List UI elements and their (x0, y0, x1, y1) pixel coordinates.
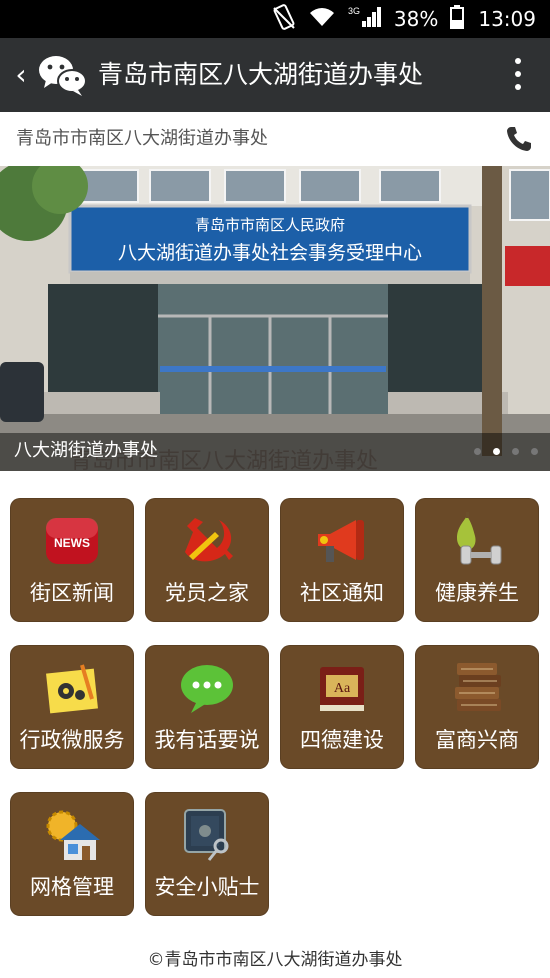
tile-community-notice[interactable]: 社区通知 (280, 498, 404, 622)
wifi-icon (308, 6, 336, 32)
carousel-dot[interactable] (474, 448, 481, 455)
tile-label: 四德建设 (300, 728, 384, 752)
app-titlebar: ‹ 青岛市南区八大湖街道办事处 (0, 38, 550, 112)
chat-bubble-icon (177, 659, 237, 717)
settings-note-icon (42, 659, 102, 717)
dumbbell-pear-icon (447, 512, 507, 570)
news-icon: NEWS (42, 512, 102, 570)
footer-copyright: ©青岛市市南区八大湖街道办事处 (147, 950, 403, 970)
tile-label: 党员之家 (165, 581, 249, 605)
tile-health[interactable]: 健康养生 (415, 498, 539, 622)
carousel-dot[interactable] (531, 448, 538, 455)
dictionary-book-icon: Aa (312, 659, 372, 717)
tile-safety-tips[interactable]: 安全小贴士 (145, 792, 269, 916)
tile-label: 我有话要说 (154, 728, 260, 752)
carousel-dot[interactable] (512, 448, 519, 455)
chevron-left-icon[interactable]: ‹ (10, 58, 32, 92)
banner-carousel[interactable]: 青岛市市南区人民政府 八大湖街道办事处社会事务受理中心 青岛市市南区八大湖街道办… (0, 166, 550, 471)
tile-label: 街区新闻 (30, 581, 114, 605)
cellular-signal-icon: 3G (348, 5, 382, 33)
tile-label: 行政微服务 (19, 728, 125, 752)
tile-label: 健康养生 (435, 581, 519, 605)
books-stack-icon (447, 659, 507, 717)
banner-sign-line1: 青岛市市南区人民政府 (195, 216, 345, 234)
battery-percent: 38% (393, 7, 439, 31)
tile-grid-management[interactable]: 网格管理 (10, 792, 134, 916)
megaphone-icon (312, 512, 372, 570)
status-bar: 3G 38% 13:09 (0, 0, 550, 38)
tile-speak-up[interactable]: 我有话要说 (145, 645, 269, 769)
tile-label: 富商兴商 (435, 728, 519, 752)
tile-business[interactable]: 富商兴商 (415, 645, 539, 769)
vibrate-icon (272, 4, 296, 34)
network-type-label: 3G (348, 6, 360, 16)
account-name: 青岛市市南区八大湖街道办事处 (16, 128, 268, 149)
tile-label: 社区通知 (300, 581, 384, 605)
svg-text:Aa: Aa (334, 681, 351, 696)
banner-caption: 八大湖街道办事处 (14, 440, 158, 461)
svg-text:NEWS: NEWS (54, 536, 90, 550)
more-vertical-icon[interactable] (514, 58, 522, 92)
clock: 13:09 (478, 7, 536, 31)
tile-party-home[interactable]: 党员之家 (145, 498, 269, 622)
banner-photo: 青岛市市南区人民政府 八大湖街道办事处社会事务受理中心 青岛市市南区八大湖街道办… (0, 166, 550, 471)
carousel-dot-active[interactable] (493, 448, 500, 455)
house-gear-icon (42, 806, 102, 864)
tile-admin-service[interactable]: 行政微服务 (10, 645, 134, 769)
carousel-indicator (474, 448, 538, 455)
tile-label: 网格管理 (30, 875, 114, 899)
party-emblem-icon (177, 512, 237, 570)
battery-icon (450, 5, 465, 33)
phone-icon[interactable] (504, 124, 534, 154)
wechat-icon (38, 53, 88, 97)
safe-key-icon (177, 806, 237, 864)
tile-street-news[interactable]: NEWS 街区新闻 (10, 498, 134, 622)
banner-sign-line2: 八大湖街道办事处社会事务受理中心 (118, 242, 422, 264)
tile-label: 安全小贴士 (154, 875, 260, 899)
account-header: 青岛市市南区八大湖街道办事处 (0, 112, 550, 167)
tile-four-virtues[interactable]: Aa 四德建设 (280, 645, 404, 769)
page-title: 青岛市南区八大湖街道办事处 (98, 60, 424, 89)
